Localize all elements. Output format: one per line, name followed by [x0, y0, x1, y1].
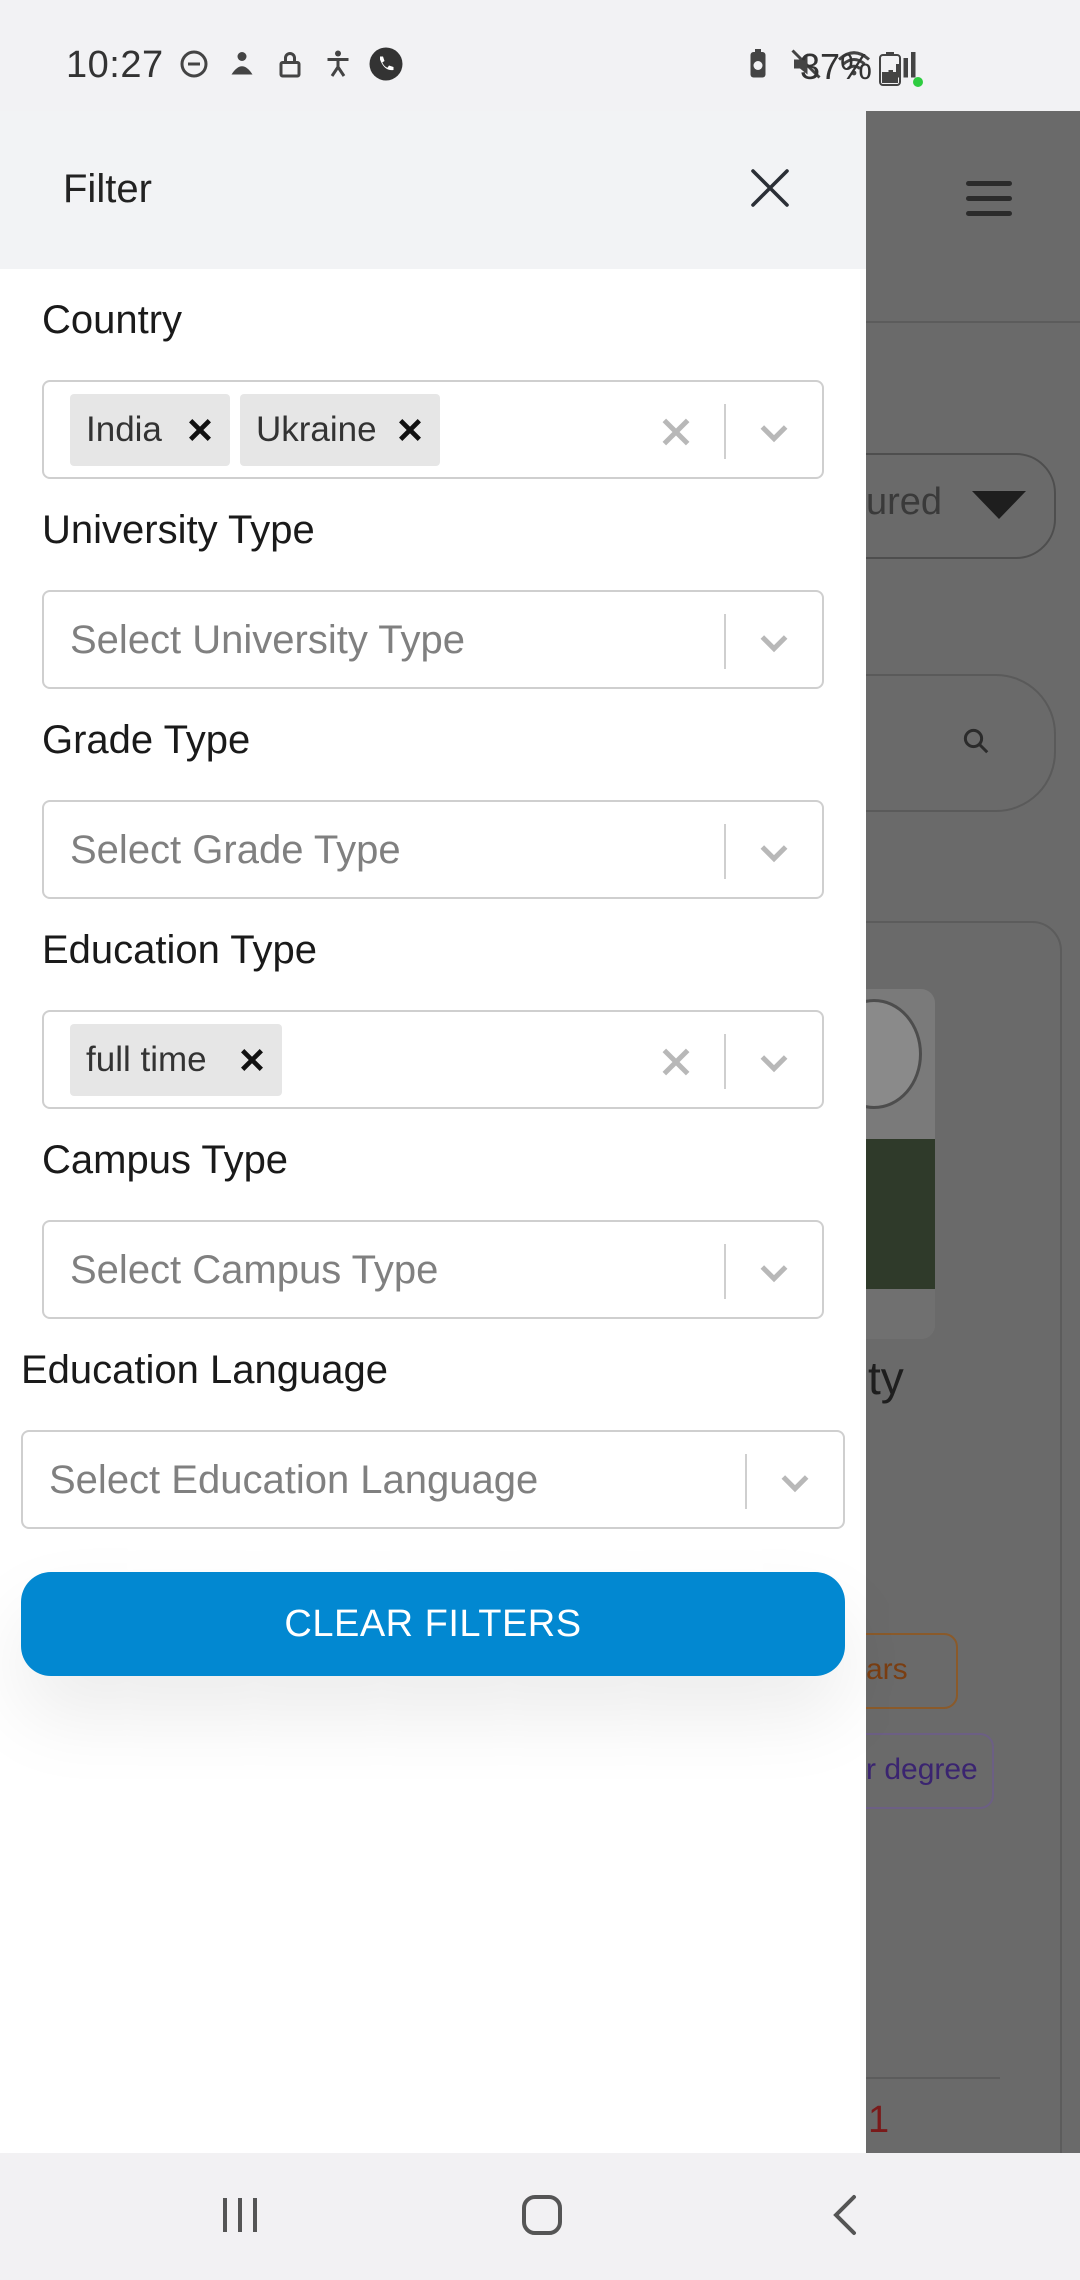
header-divider [866, 321, 1080, 323]
notification-app-icon [231, 52, 253, 75]
grade-type-select[interactable]: Select Grade Type [42, 800, 824, 899]
chevron-down-icon[interactable] [754, 1252, 794, 1292]
university-type-placeholder: Select University Type [70, 618, 465, 662]
remove-ukraine-icon[interactable] [394, 414, 426, 446]
card-divider [866, 2077, 1000, 2079]
back-icon[interactable] [826, 2193, 862, 2237]
remove-full-time-icon[interactable] [236, 1044, 268, 1076]
chevron-down-icon[interactable] [754, 832, 794, 872]
remove-india-icon[interactable] [184, 414, 216, 446]
university-image [866, 989, 935, 1339]
home-icon[interactable] [521, 2194, 563, 2236]
clear-filters-button[interactable]: CLEAR FILTERS [21, 1572, 845, 1676]
university-logo [866, 999, 922, 1109]
chip-ukraine: Ukraine [240, 394, 440, 466]
separator [724, 404, 726, 459]
clear-country-icon[interactable] [656, 412, 696, 452]
do-not-disturb-icon [180, 50, 208, 78]
university-type-select[interactable]: Select University Type [42, 590, 824, 689]
card-number: 1 [868, 2099, 890, 2141]
separator [724, 614, 726, 669]
clear-education-type-icon[interactable] [656, 1042, 696, 1082]
separator [745, 1454, 747, 1509]
university-title: ty [868, 1352, 904, 1404]
education-type-select[interactable]: full time [42, 1010, 824, 1109]
background-page-overlay[interactable]: ured ty ars r degree 1 [866, 111, 1080, 2153]
grade-type-placeholder: Select Grade Type [70, 828, 401, 872]
status-time: 10:27 [66, 44, 164, 86]
phone-call-icon [369, 47, 403, 81]
privacy-indicator-dot [913, 77, 923, 87]
duration-badge-label: ars [866, 1653, 908, 1686]
education-language-placeholder: Select Education Language [49, 1458, 539, 1502]
campus-type-placeholder: Select Campus Type [70, 1248, 439, 1292]
grade-type-label: Grade Type [42, 718, 251, 762]
campus-type-select[interactable]: Select Campus Type [42, 1220, 824, 1319]
education-language-label: Education Language [21, 1348, 388, 1392]
recent-apps-icon[interactable] [220, 2196, 260, 2234]
chevron-down-icon[interactable] [754, 412, 794, 452]
country-label: Country [42, 298, 183, 342]
chevron-down-icon[interactable] [754, 622, 794, 662]
lock-icon [279, 52, 301, 78]
status-icons-left [176, 46, 404, 82]
close-icon[interactable] [745, 163, 795, 213]
separator [724, 1034, 726, 1089]
drawer-header: Filter [0, 111, 866, 269]
separator [724, 824, 726, 879]
battery-icon [879, 52, 901, 86]
degree-badge-label: r degree [866, 1753, 978, 1786]
chevron-down-icon[interactable] [775, 1462, 815, 1502]
chip-india: India [70, 394, 230, 466]
education-language-select[interactable]: Select Education Language [21, 1430, 845, 1529]
battery-percent: 37% [800, 46, 873, 87]
campus-type-label: Campus Type [42, 1138, 289, 1182]
search-icon [963, 728, 989, 754]
accessibility-icon [327, 50, 349, 77]
university-type-label: University Type [42, 508, 315, 552]
drawer-title: Filter [63, 167, 152, 211]
education-type-label: Education Type [42, 928, 318, 972]
sort-caret-icon [972, 491, 1026, 519]
filter-drawer: Filter Country India Ukraine University … [0, 111, 866, 2153]
country-select[interactable]: India Ukraine [42, 380, 824, 479]
chevron-down-icon[interactable] [754, 1042, 794, 1082]
chip-full-time: full time [70, 1024, 282, 1096]
separator [724, 1244, 726, 1299]
battery-saver-icon [750, 49, 766, 78]
hamburger-menu-icon [966, 181, 1012, 217]
sort-dropdown-label: ured [866, 481, 943, 523]
navigation-bar [0, 2153, 1080, 2280]
status-bar: 10:27 37% [0, 0, 1080, 111]
